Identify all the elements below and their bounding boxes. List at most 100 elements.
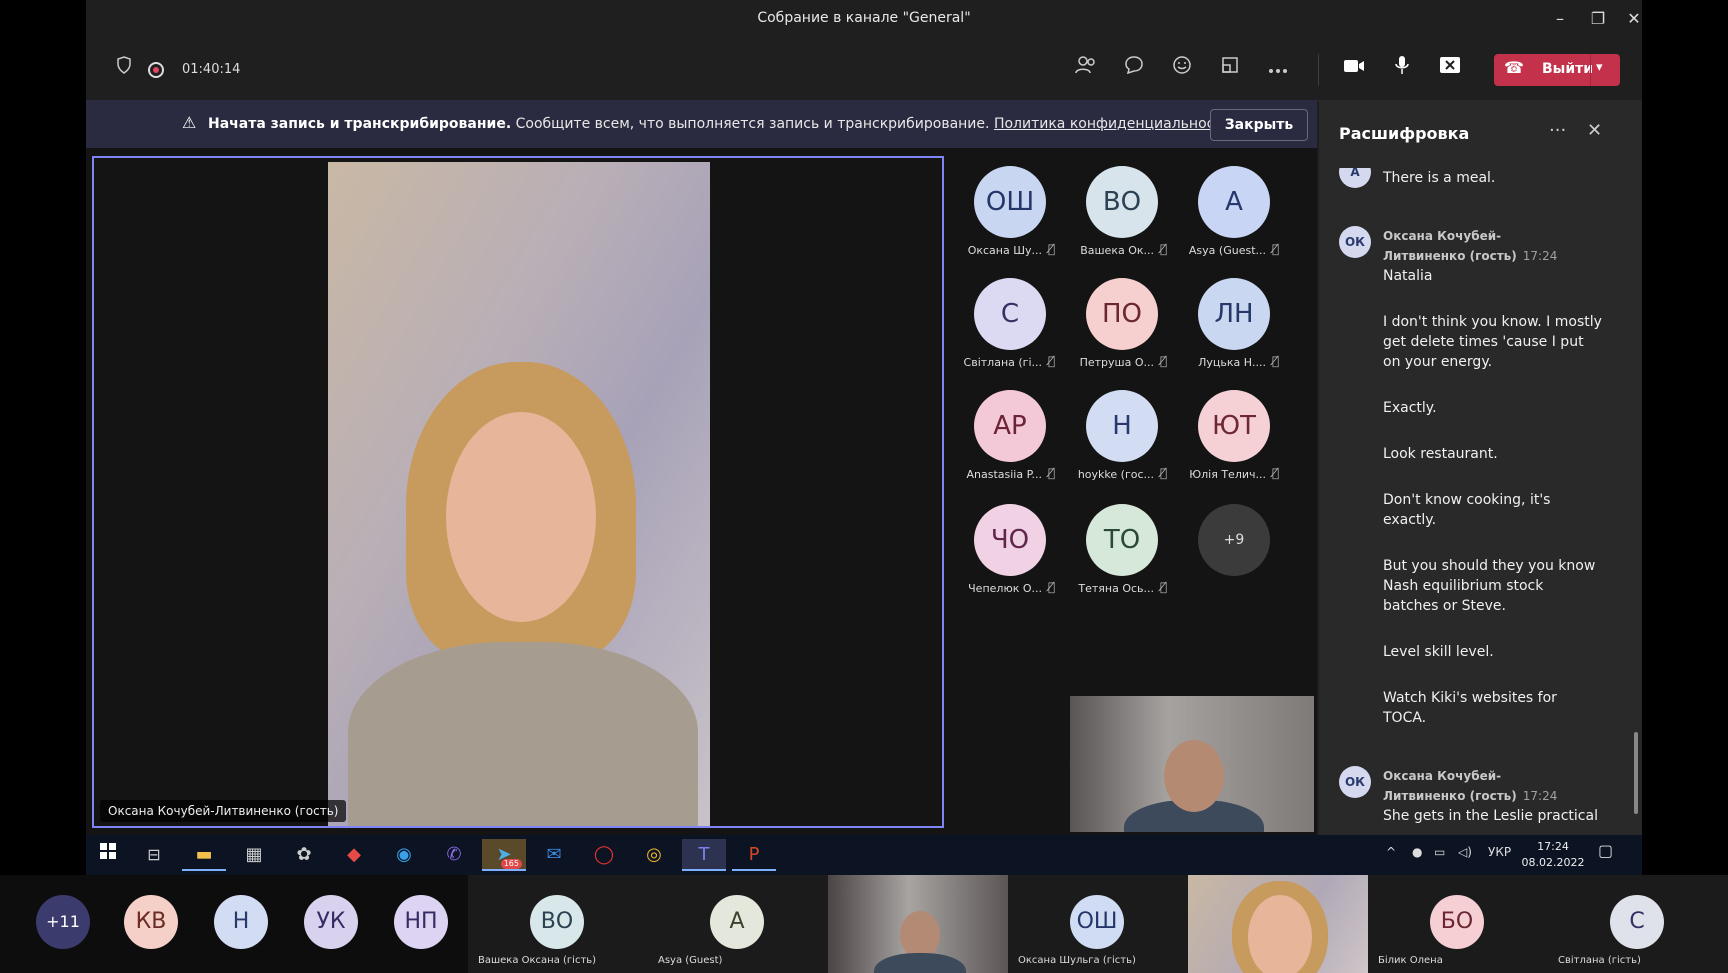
battery-icon[interactable]: ▭ [1434,845,1445,859]
self-view-video[interactable] [1070,696,1314,832]
participant-name: Юлія Телич... [1189,468,1266,481]
bottom-participant-tile[interactable]: А Asya (Guest) [648,875,828,973]
chrome-icon[interactable]: ◎ [632,839,676,871]
restore-button[interactable]: ❐ [1584,6,1612,32]
more-participants-count: +9 [1198,504,1270,576]
transcript-list[interactable]: А There is a meal. ОК Оксана Кочубей-Литвин… [1319,168,1642,835]
rooms-icon[interactable] [1216,55,1244,83]
task-view-icon[interactable]: ⊟ [132,839,176,871]
participant-tile[interactable]: С Світлана (гі... 🎙̸ [954,274,1064,378]
camera-icon[interactable] [1340,55,1368,83]
viber-icon[interactable]: ✆ [432,839,476,871]
bottom-video-tile[interactable] [1188,875,1368,973]
avatar: А [710,895,764,949]
taskbar-clock[interactable]: 17:24 08.02.2022 [1518,839,1588,871]
bottom-participant-name: Оксана Шульга (гість) [1018,955,1136,966]
participant-tile[interactable]: ВО Вашека Ок... 🎙̸ [1066,162,1176,266]
avatar: ЮТ [1198,390,1270,462]
bottom-participant-tile[interactable]: С Світлана (гість) [1548,875,1728,973]
teams-taskbar-icon[interactable]: T [682,839,726,871]
muted-mic-icon: 🎙̸ [1048,354,1056,368]
file-explorer-icon[interactable]: ▬ [182,839,226,871]
microphone-icon[interactable] [1388,55,1416,83]
main-video-name: Оксана Кочубей-Литвиненко (гость) [100,800,347,822]
participant-tile[interactable]: ОШ Оксана Шу... 🎙̸ [954,162,1064,266]
chevron-down-icon[interactable]: ▾ [1596,60,1603,75]
bottom-participant-tile[interactable]: ВО Вашека Оксана (гість) [468,875,648,973]
participant-name: Луцька Н.... [1198,356,1266,369]
participant-tile[interactable]: ЮТ Юлія Телич... 🎙̸ [1178,386,1288,490]
telegram-icon[interactable]: ➤ 165 [482,839,526,871]
transcript-text: Watch Kiki's websites for TOCA. [1383,690,1557,726]
muted-mic-icon: 🎙̸ [1160,580,1168,594]
close-window-button[interactable]: ✕ [1620,6,1648,32]
bottom-avatar[interactable]: КВ [124,895,178,949]
opera-icon[interactable]: ◯ [582,839,626,871]
participant-tile[interactable]: АР Anastasiia P... 🎙̸ [954,386,1064,490]
recording-indicator-icon [148,62,164,78]
reactions-icon[interactable] [1168,55,1196,83]
transcript-text: Look restaurant. [1383,446,1498,462]
avatar: ОК [1339,226,1371,258]
hang-up-icon: ☎ [1504,58,1524,77]
volume-icon[interactable]: ◁) [1458,845,1472,859]
participant-name: Тетяна Ось... [1078,582,1154,595]
bottom-participant-name: Світлана (гість) [1558,955,1641,966]
windows-taskbar: ⊟ ▬ ▦ ✿ ◆ ◉ ✆ ➤ 165 ✉ ◯ ◎ T P ^ ● ▭ ◁) УК… [86,835,1642,875]
avatar: А [1198,166,1270,238]
muted-mic-icon: 🎙̸ [1160,354,1168,368]
avatar: С [1610,895,1664,949]
edge-icon[interactable]: ◉ [382,839,426,871]
banner-close-button[interactable]: Закрыть [1210,109,1308,141]
store-icon[interactable]: ▦ [232,839,276,871]
warning-icon: ⚠ [182,113,197,132]
participant-name: Чепелюк О... [968,582,1042,595]
speaker-time: 17:24 [1522,789,1558,803]
speaker-name: Оксана Кочубей-Литвиненко (гость) [1383,769,1517,803]
participant-tile[interactable]: ЛН Луцька Н.... 🎙̸ [1178,274,1288,378]
privacy-policy-link[interactable]: Политика конфиденциальности [994,116,1232,132]
more-participants-tile[interactable]: +9 [1178,500,1288,604]
transcript-scrollbar[interactable] [1634,732,1638,814]
participant-name: Anastasiia P... [966,468,1042,481]
close-icon[interactable]: ✕ [1587,120,1602,141]
video-stage: Оксана Кочубей-Литвиненко (гость) ОШ Окса… [86,148,1317,835]
language-indicator[interactable]: УКР [1488,845,1511,859]
tray-chevron-icon[interactable]: ^ [1386,845,1396,859]
shield-icon[interactable] [110,55,138,83]
participant-tile[interactable]: ПО Петруша О... 🎙̸ [1066,274,1176,378]
participant-tile[interactable]: А Asya (Guest... 🎙̸ [1178,162,1288,266]
bottom-participant-tile[interactable]: ОШ Оксана Шульга (гість) [1008,875,1188,973]
participant-tile[interactable]: ЧО Чепелюк О... 🎙̸ [954,500,1064,604]
bottom-video-tile[interactable] [828,875,1008,973]
bottom-avatar[interactable]: Н [214,895,268,949]
tray-mic-icon[interactable]: ● [1412,845,1422,859]
more-options-icon[interactable] [1264,55,1292,83]
bottom-avatar[interactable]: НП [394,895,448,949]
avatar: А [1339,168,1371,188]
teams-window: Собрание в канале "General" – ❐ ✕ 01:40:… [86,0,1642,835]
powerpoint-icon[interactable]: P [732,839,776,871]
leave-button[interactable]: ☎ Выйти ▾ [1494,54,1620,86]
anydesk-icon[interactable]: ◆ [332,839,376,871]
bottom-avatar[interactable]: УК [304,895,358,949]
meeting-timer: 01:40:14 [182,62,241,77]
people-icon[interactable] [1072,55,1100,83]
outlook-icon[interactable]: ✉ [532,839,576,871]
chat-icon[interactable] [1120,55,1148,83]
transcript-text: There is a meal. [1383,170,1496,186]
windows-start-icon[interactable] [86,839,130,871]
notifications-icon[interactable]: ▢ [1598,841,1613,860]
minimize-button[interactable]: – [1546,6,1574,32]
bottom-participant-tile[interactable]: БО Білик Олена [1368,875,1548,973]
share-screen-icon[interactable] [1436,55,1464,83]
main-video-tile[interactable]: Оксана Кочубей-Литвиненко (гость) [92,156,944,828]
participant-tile[interactable]: Нhoykke (гос... 🎙̸ [1066,386,1176,490]
transcript-text: I don't think you know. I mostly get del… [1383,314,1602,370]
more-options-icon[interactable]: ··· [1549,120,1566,141]
overflow-participants[interactable]: +11 [36,895,90,949]
participant-grid: ОШ Оксана Шу... 🎙̸ ВО Вашека Ок... 🎙̸ А Asya (G… [954,162,1306,622]
app-icon[interactable]: ✿ [282,839,326,871]
participant-tile[interactable]: ТО Тетяна Ось... 🎙̸ [1066,500,1176,604]
transcript-title: Расшифровка [1339,124,1470,143]
